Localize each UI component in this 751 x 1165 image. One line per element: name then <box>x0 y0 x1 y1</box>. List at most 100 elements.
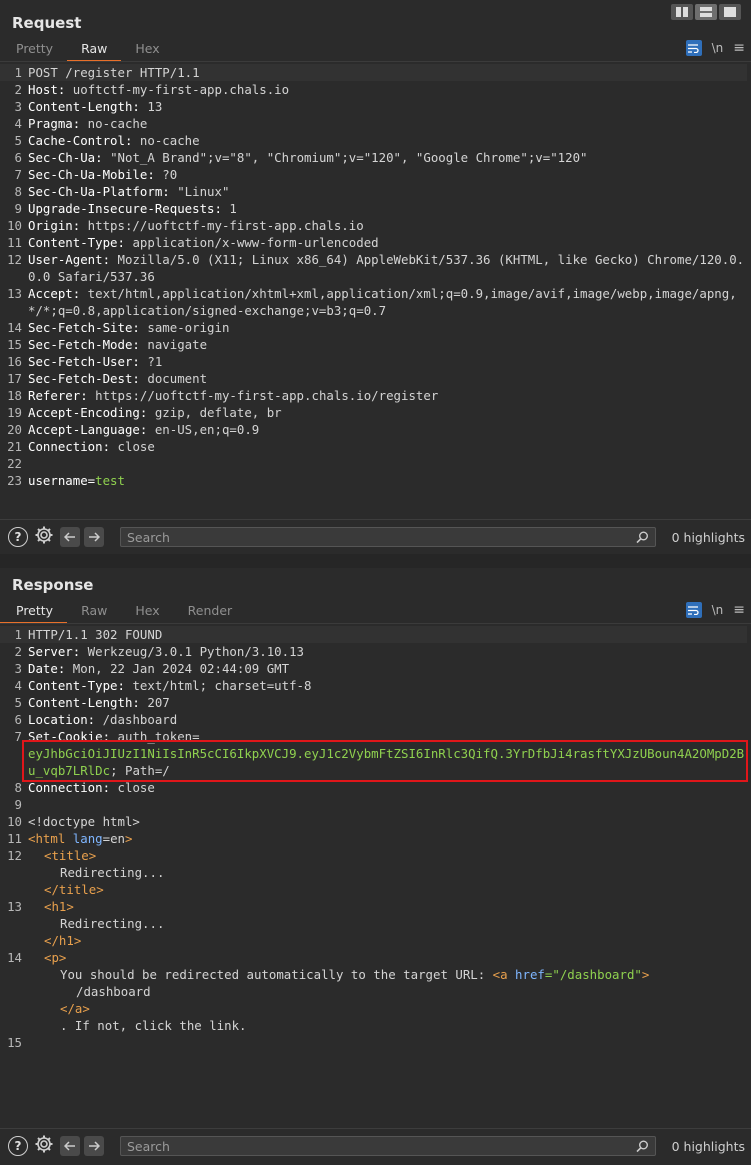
header-name: Content-Type: <box>28 678 125 693</box>
header-name: Content-Length: <box>28 99 140 114</box>
previous-match-button[interactable] <box>60 1136 80 1156</box>
header-name: Content-Length: <box>28 695 140 710</box>
code-line: 13 Accept: text/html,application/xhtml+xm… <box>7 286 737 318</box>
header-name: User-Agent: <box>28 252 111 267</box>
code-line: 15 Sec-Fetch-Mode: navigate <box>7 337 208 352</box>
newline-toggle[interactable]: \n <box>712 41 724 55</box>
tab-divider <box>0 61 751 62</box>
header-value: navigate <box>139 337 208 352</box>
code-line: 6 Sec-Ch-Ua: "Not_A Brand";v="8", "Chromi… <box>14 150 588 165</box>
code-line: 9 Upgrade-Insecure-Requests: 1 <box>14 201 237 216</box>
header-name: Referer: <box>28 388 88 403</box>
response-search-input[interactable]: Search <box>120 1136 656 1156</box>
word-wrap-button[interactable] <box>685 602 702 618</box>
code-line: 12 User-Agent: Mozilla/5.0 (X11; Linux x8… <box>7 252 745 284</box>
header-value: https://uoftctf-my-first-app.chals.io <box>80 218 364 233</box>
header-value: /dashboard <box>95 712 178 727</box>
code-line: 19 Accept-Encoding: gzip, deflate, br <box>7 405 282 420</box>
header-value: text/html; charset=utf-8 <box>124 678 312 693</box>
header-value: 207 <box>139 695 170 710</box>
menu-icon[interactable]: ≡ <box>733 602 745 618</box>
tab-pretty[interactable]: Pretty <box>0 38 67 60</box>
code-line: 23 username=test <box>7 473 125 488</box>
response-editor[interactable]: 1 HTTP/1.1 302 FOUND 2 Server: Werkzeug/3.… <box>0 626 747 1051</box>
stacked-layout-button[interactable] <box>695 4 717 20</box>
tab-divider <box>0 623 751 624</box>
header-name: Sec-Fetch-User: <box>28 354 140 369</box>
search-placeholder: Search <box>127 530 170 545</box>
layout-toggle <box>671 4 741 20</box>
header-value: gzip, deflate, br <box>147 405 282 420</box>
menu-icon[interactable]: ≡ <box>733 40 745 56</box>
tab-render[interactable]: Render <box>174 600 247 622</box>
request-editor-tools: \n ≡ <box>685 40 745 56</box>
header-name: Pragma: <box>28 116 81 131</box>
code-line: 1 HTTP/1.1 302 FOUND <box>0 626 747 643</box>
request-tabs: Pretty Raw Hex <box>0 38 751 62</box>
code-line: 3 Date: Mon, 22 Jan 2024 02:44:09 GMT <box>14 661 290 676</box>
header-value: "Linux" <box>169 184 230 199</box>
tab-hex[interactable]: Hex <box>121 600 173 622</box>
header-value: same-origin <box>139 320 230 335</box>
tab-pretty[interactable]: Pretty <box>0 600 68 624</box>
tab-raw[interactable]: Raw <box>67 600 121 622</box>
code-line: 7 Sec-Ch-Ua-Mobile: ?0 <box>14 167 178 182</box>
header-value: uoftctf-my-first-app.chals.io <box>65 82 290 97</box>
header-name: Origin: <box>28 218 81 233</box>
response-title: Response <box>12 576 94 594</box>
pane-separator[interactable] <box>0 554 751 568</box>
header-name: Accept-Encoding: <box>28 405 148 420</box>
code-line: 14 Sec-Fetch-Site: same-origin <box>7 320 230 335</box>
next-match-button[interactable] <box>84 527 104 547</box>
code-line: 11 Content-Type: application/x-www-form-u… <box>7 235 379 250</box>
help-icon[interactable]: ? <box>8 1136 28 1156</box>
wrap-icon <box>688 43 699 53</box>
tab-raw[interactable]: Raw <box>67 38 122 62</box>
header-name: Date: <box>28 661 66 676</box>
request-search-input[interactable]: Search <box>120 527 656 547</box>
request-search-bar: ? Search 0 highlights <box>0 519 751 554</box>
header-name: Accept-Language: <box>28 422 148 437</box>
header-value: "Not_A Brand";v="8", "Chromium";v="120",… <box>102 150 588 165</box>
side-by-side-layout-button[interactable] <box>671 4 693 20</box>
header-value: Werkzeug/3.0.1 Python/3.10.13 <box>80 644 305 659</box>
code-line: 3 Content-Length: 13 <box>14 99 163 114</box>
code-line: 5 Content-Length: 207 <box>14 695 170 710</box>
code-line: 2 Server: Werkzeug/3.0.1 Python/3.10.13 <box>14 644 305 659</box>
header-name: Sec-Ch-Ua-Platform: <box>28 184 170 199</box>
code-line: 20 Accept-Language: en-US,en;q=0.9 <box>7 422 260 437</box>
word-wrap-button[interactable] <box>685 40 702 56</box>
code-line: 15 <box>7 1035 22 1050</box>
tab-hex[interactable]: Hex <box>121 38 173 60</box>
settings-gear-icon[interactable] <box>34 1134 54 1158</box>
header-name: Server: <box>28 644 81 659</box>
highlight-box <box>22 740 748 782</box>
header-value: close <box>110 439 155 454</box>
header-value: en-US,en;q=0.9 <box>147 422 260 437</box>
code-line: 5 Cache-Control: no-cache <box>14 133 200 148</box>
code-line: 16 Sec-Fetch-User: ?1 <box>7 354 163 369</box>
wrap-icon <box>688 605 699 615</box>
response-highlights-count: 0 highlights <box>671 1138 745 1154</box>
code-line: 6 Location: /dashboard <box>14 712 178 727</box>
newline-toggle[interactable]: \n <box>712 603 724 617</box>
previous-match-button[interactable] <box>60 527 80 547</box>
header-value: ?1 <box>139 354 163 369</box>
header-value: Mon, 22 Jan 2024 02:44:09 GMT <box>65 661 290 676</box>
header-value: 1 <box>221 201 237 216</box>
request-editor[interactable]: 1 POST /register HTTP/1.1 2 Host: uoftctf-m… <box>0 64 747 489</box>
header-name: Cache-Control: <box>28 133 133 148</box>
header-value: text/html,application/xhtml+xml,applicat… <box>28 286 737 318</box>
next-match-button[interactable] <box>84 1136 104 1156</box>
settings-gear-icon[interactable] <box>34 525 54 549</box>
arrow-right-icon <box>89 1141 100 1151</box>
header-value: no-cache <box>132 133 200 148</box>
header-name: Connection: <box>28 439 111 454</box>
help-icon[interactable]: ? <box>8 527 28 547</box>
header-value: application/x-www-form-urlencoded <box>124 235 379 250</box>
header-name: Accept: <box>28 286 81 301</box>
code-line: 22 <box>7 456 22 471</box>
single-pane-layout-button[interactable] <box>719 4 741 20</box>
response-tabs: Pretty Raw Hex Render <box>0 600 751 624</box>
code-line: 17 Sec-Fetch-Dest: document <box>7 371 208 386</box>
